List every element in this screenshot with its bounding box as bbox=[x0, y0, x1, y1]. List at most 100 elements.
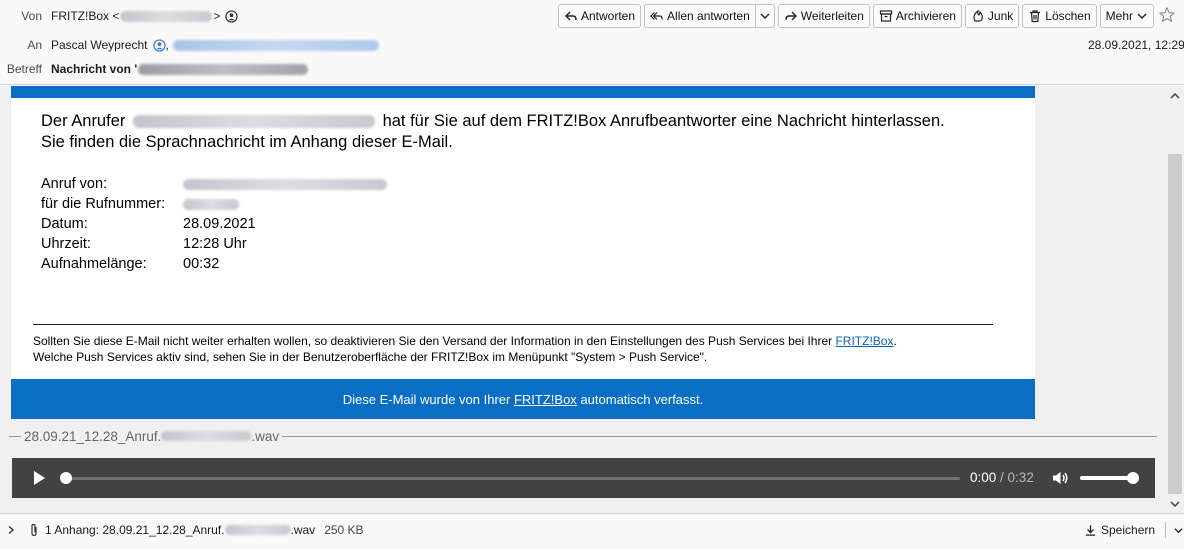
intro-text: Der Anrufer hat für Sie auf dem FRITZ!Bo… bbox=[41, 111, 1001, 153]
subject-row: Betreff Nachricht von ' bbox=[0, 59, 309, 79]
reply-all-icon bbox=[650, 12, 663, 20]
save-label: Speichern bbox=[1101, 523, 1156, 537]
junk-button[interactable]: Junk bbox=[964, 4, 1020, 28]
attachment-summary[interactable]: 1 Anhang: 28.09.21_12.28_Anruf. .wav 250 … bbox=[0, 520, 364, 540]
from-label: Von bbox=[21, 9, 42, 23]
to-label: An bbox=[27, 38, 42, 52]
fritzbox-link[interactable]: FRITZ!Box bbox=[835, 334, 893, 348]
attachment-name-suffix: .wav bbox=[251, 428, 280, 444]
call-details: Anruf von: für die Rufnummer: Datum: 28.… bbox=[41, 174, 387, 274]
attachment-summary-prefix: 1 Anhang: 28.09.21_12.28_Anruf. bbox=[45, 523, 225, 537]
contact-icon[interactable] bbox=[225, 9, 239, 23]
reply-all-dropdown[interactable] bbox=[755, 4, 775, 28]
play-icon[interactable] bbox=[30, 469, 48, 487]
volume-track[interactable] bbox=[1080, 476, 1132, 480]
notice-text-b: . bbox=[893, 334, 897, 348]
forward-label: Weiterleiten bbox=[800, 9, 864, 23]
trash-icon bbox=[1030, 10, 1041, 23]
junk-label: Junk bbox=[987, 9, 1014, 23]
detail-date-label: Datum: bbox=[41, 216, 88, 232]
detail-length-label: Aufnahmelänge: bbox=[41, 256, 147, 272]
detail-caller-label: Anruf von: bbox=[41, 176, 108, 192]
reply-all-split: Allen antworten bbox=[644, 4, 775, 28]
archive-label: Archivieren bbox=[895, 9, 956, 23]
delete-label: Löschen bbox=[1045, 9, 1091, 23]
archive-button[interactable]: Archivieren bbox=[872, 4, 962, 28]
volume-icon[interactable] bbox=[1051, 469, 1069, 487]
reply-all-label: Allen antworten bbox=[667, 9, 750, 23]
more-label: Mehr bbox=[1105, 9, 1133, 23]
chevron-down-icon[interactable] bbox=[1173, 525, 1184, 536]
to-separator: , bbox=[165, 38, 169, 52]
download-icon bbox=[1085, 524, 1096, 536]
subject-text: Nachricht von ' bbox=[51, 62, 138, 76]
detail-length: Aufnahmelänge: 00:32 bbox=[41, 254, 387, 274]
subject-label: Betreff bbox=[6, 62, 42, 76]
volume-thumb[interactable] bbox=[1127, 472, 1139, 484]
reply-button[interactable]: Antworten bbox=[558, 4, 642, 28]
reply-all-button[interactable]: Allen antworten bbox=[644, 4, 756, 28]
chevron-right-icon[interactable] bbox=[6, 525, 16, 535]
notice-line-1: Sollten Sie diese E-Mail nicht weiter er… bbox=[33, 333, 1013, 349]
forward-button[interactable]: Weiterleiten bbox=[777, 4, 870, 28]
to-recipient[interactable]: Pascal Weyprecht bbox=[51, 38, 148, 52]
detail-time-value: 12:28 Uhr bbox=[183, 236, 247, 252]
intro-line-1: Der Anrufer hat für Sie auf dem FRITZ!Bo… bbox=[41, 111, 1001, 132]
time-separator: / bbox=[996, 470, 1008, 485]
attachment-summary-redacted bbox=[224, 525, 291, 535]
brand-bar-top bbox=[11, 86, 1035, 98]
from-bracket-open: < bbox=[112, 9, 120, 23]
scroll-up-icon[interactable] bbox=[1169, 90, 1181, 102]
current-time: 0:00 bbox=[970, 470, 997, 485]
intro-caller-prefix: Der Anrufer bbox=[41, 112, 126, 130]
banner-fritzbox-link[interactable]: FRITZ!Box bbox=[514, 392, 577, 407]
progress-track[interactable] bbox=[62, 477, 960, 480]
archive-icon bbox=[879, 10, 892, 22]
scroll-down-icon[interactable] bbox=[1169, 498, 1181, 510]
attachment-size: 250 KB bbox=[324, 523, 364, 537]
attachment-name-redacted bbox=[161, 431, 252, 441]
intro-line-2: Sie finden die Sprachnachricht im Anhang… bbox=[41, 133, 453, 151]
from-row: Von FRITZ!Box < > bbox=[0, 6, 239, 26]
junk-icon bbox=[973, 9, 983, 22]
intro-caller-suffix: hat für Sie auf dem FRITZ!Box Anrufbeant… bbox=[382, 112, 945, 130]
detail-date-value: 28.09.2021 bbox=[183, 216, 256, 232]
from-bracket-close: > bbox=[213, 9, 221, 23]
message-header: Von FRITZ!Box < > An Pascal Weyprecht , 2… bbox=[0, 0, 1184, 85]
title-rule-left bbox=[9, 435, 21, 437]
detail-number-redacted bbox=[183, 198, 239, 210]
scrollbar-thumb[interactable] bbox=[1168, 154, 1182, 494]
progress-thumb[interactable] bbox=[60, 472, 72, 484]
caller-redacted bbox=[132, 115, 375, 129]
message-date: 28.09.2021, 12:29 bbox=[1088, 38, 1184, 52]
detail-caller: Anruf von: bbox=[41, 174, 387, 194]
banner-text-b: automatisch verfasst. bbox=[580, 391, 704, 407]
detail-date: Datum: 28.09.2021 bbox=[41, 214, 387, 234]
contact-book-icon[interactable] bbox=[152, 38, 166, 52]
detail-number-label: für die Rufnummer: bbox=[41, 196, 166, 212]
notice-line-2: Welche Push Services aktiv sind, sehen S… bbox=[33, 350, 708, 364]
attachment-bar: 1 Anhang: 28.09.21_12.28_Anruf. .wav 250 … bbox=[0, 513, 1184, 549]
attachment-summary-suffix: .wav bbox=[290, 523, 316, 537]
unsubscribe-notice: Sollten Sie diese E-Mail nicht weiter er… bbox=[33, 333, 1013, 365]
email-panel: Der Anrufer hat für Sie auf dem FRITZ!Bo… bbox=[11, 86, 1035, 418]
title-rule-right bbox=[282, 435, 1157, 437]
forward-icon bbox=[785, 11, 797, 21]
chevron-down-icon bbox=[1137, 13, 1147, 19]
message-body: Der Anrufer hat für Sie auf dem FRITZ!Bo… bbox=[0, 86, 1166, 513]
detail-number: für die Rufnummer: bbox=[41, 194, 387, 214]
brand-bar-bottom: Diese E-Mail wurde von Ihrer FRITZ!Box a… bbox=[11, 379, 1035, 419]
message-toolbar: Antworten Allen antworten Weiterleiten A… bbox=[558, 4, 1154, 28]
save-button[interactable]: Speichern bbox=[1084, 519, 1184, 541]
delete-button[interactable]: Löschen bbox=[1022, 4, 1097, 28]
star-icon[interactable] bbox=[1158, 6, 1176, 24]
banner-text-a: Diese E-Mail wurde von Ihrer bbox=[342, 391, 511, 407]
detail-length-value: 00:32 bbox=[183, 256, 220, 272]
from-email-redacted bbox=[120, 11, 213, 23]
more-button[interactable]: Mehr bbox=[1099, 4, 1154, 28]
from-sender[interactable]: FRITZ!Box < > bbox=[51, 9, 220, 23]
detail-caller-redacted bbox=[183, 178, 387, 190]
to-recipient-redacted bbox=[172, 39, 379, 51]
from-name: FRITZ!Box bbox=[51, 9, 110, 23]
detail-time: Uhrzeit: 12:28 Uhr bbox=[41, 234, 387, 254]
